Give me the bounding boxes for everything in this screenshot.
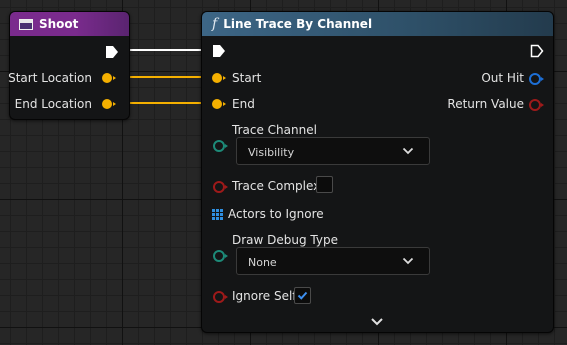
trace-exec-in-pin[interactable] — [212, 44, 226, 58]
trace-channel-pin[interactable] — [213, 140, 228, 152]
checkmark-icon — [297, 291, 308, 300]
line-trace-by-channel-node[interactable]: f Line Trace By Channel Start End Out Hi… — [201, 11, 554, 333]
trace-channel-label: Trace Channel — [232, 123, 317, 137]
actors-to-ignore-pin[interactable] — [212, 209, 223, 220]
function-f-icon: f — [212, 16, 218, 32]
draw-debug-type-pin[interactable] — [213, 250, 228, 262]
actors-to-ignore-label: Actors to Ignore — [228, 207, 324, 221]
draw-debug-type-label: Draw Debug Type — [232, 233, 338, 247]
shoot-node-header[interactable]: Shoot — [10, 12, 129, 36]
draw-debug-type-dropdown[interactable]: None — [236, 247, 430, 275]
line-trace-node-title: Line Trace By Channel — [223, 17, 373, 31]
draw-debug-type-value: None — [248, 256, 277, 269]
out-hit-label: Out Hit — [481, 71, 524, 85]
out-hit-pin[interactable] — [529, 73, 544, 85]
event-node-icon — [19, 18, 33, 30]
ignore-self-checkbox[interactable] — [294, 287, 311, 304]
chevron-down-icon — [402, 147, 414, 155]
trace-channel-value: Visibility — [248, 146, 295, 159]
trace-complex-label: Trace Complex — [232, 179, 321, 193]
ignore-self-pin[interactable] — [213, 291, 228, 303]
shoot-exec-out-pin[interactable] — [105, 45, 119, 59]
line-trace-node-header[interactable]: f Line Trace By Channel — [202, 12, 553, 36]
end-location-pin[interactable] — [102, 99, 116, 109]
trace-exec-out-pin[interactable] — [530, 44, 544, 58]
end-location-label: End Location — [14, 97, 92, 111]
return-value-pin[interactable] — [529, 99, 544, 111]
trace-complex-pin[interactable] — [213, 181, 228, 193]
start-location-pin[interactable] — [102, 73, 116, 83]
trace-end-label: End — [232, 97, 255, 111]
trace-channel-dropdown[interactable]: Visibility — [236, 137, 430, 165]
return-value-label: Return Value — [447, 97, 524, 111]
start-location-label: Start Location — [8, 71, 92, 85]
trace-start-label: Start — [232, 71, 262, 85]
shoot-node-title: Shoot — [39, 17, 79, 31]
chevron-down-icon — [402, 257, 414, 265]
trace-end-pin[interactable] — [212, 99, 226, 109]
ignore-self-label: Ignore Self — [232, 289, 297, 303]
advanced-display-chevron-icon[interactable] — [370, 317, 384, 327]
trace-start-pin[interactable] — [212, 73, 226, 83]
shoot-event-node[interactable]: Shoot Start Location End Location — [8, 11, 130, 120]
trace-complex-checkbox[interactable] — [316, 176, 333, 193]
